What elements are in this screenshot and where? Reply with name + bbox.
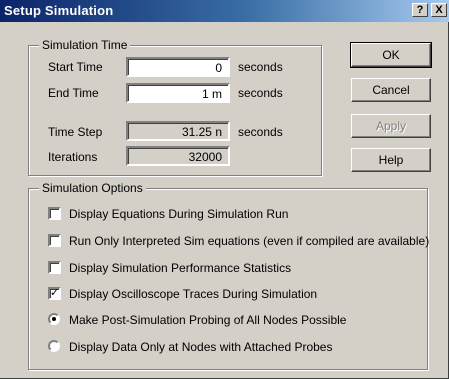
start-time-input[interactable]: 0 (126, 57, 230, 77)
iterations-label: Iterations (48, 150, 98, 164)
time-step-field: 31.25 n (126, 121, 230, 141)
end-time-label: End Time (48, 86, 99, 100)
option-label: Display Oscilloscope Traces During Simul… (69, 287, 318, 301)
checkbox-performance-stats[interactable] (48, 261, 61, 274)
option-label: Display Equations During Simulation Run (69, 207, 289, 221)
option-label: Display Data Only at Nodes with Attached… (69, 340, 333, 354)
help-icon[interactable]: ? (412, 3, 428, 17)
radio-probe-all-nodes[interactable] (48, 313, 60, 325)
end-time-input[interactable]: 1 m (126, 83, 230, 103)
end-time-unit: seconds (238, 86, 283, 100)
setup-simulation-dialog: Setup Simulation ? X Simulation Time Sta… (0, 0, 449, 379)
simulation-options-group-label: Simulation Options (39, 181, 146, 195)
start-time-label: Start Time (48, 60, 103, 74)
option-label: Display Simulation Performance Statistic… (69, 261, 292, 275)
checkbox-oscilloscope-traces[interactable]: ✓ (48, 287, 61, 300)
help-button[interactable]: Help (351, 148, 431, 172)
iterations-field: 32000 (126, 146, 230, 166)
title-bar[interactable]: Setup Simulation ? X (0, 0, 449, 22)
checkbox-display-equations[interactable] (48, 207, 61, 220)
time-step-unit: seconds (238, 125, 283, 139)
checkbox-run-interpreted[interactable] (48, 234, 61, 247)
cancel-button[interactable]: Cancel (351, 78, 431, 102)
ok-button[interactable]: OK (350, 42, 432, 68)
start-time-unit: seconds (238, 60, 283, 74)
radio-attached-probes-only[interactable] (48, 340, 60, 352)
option-label: Make Post-Simulation Probing of All Node… (69, 313, 347, 327)
simulation-time-group-label: Simulation Time (39, 38, 131, 52)
window-title: Setup Simulation (4, 3, 114, 18)
apply-button[interactable]: Apply (351, 114, 431, 138)
close-icon[interactable]: X (431, 3, 447, 17)
time-step-label: Time Step (48, 125, 103, 139)
option-label: Run Only Interpreted Sim equations (even… (69, 234, 430, 248)
